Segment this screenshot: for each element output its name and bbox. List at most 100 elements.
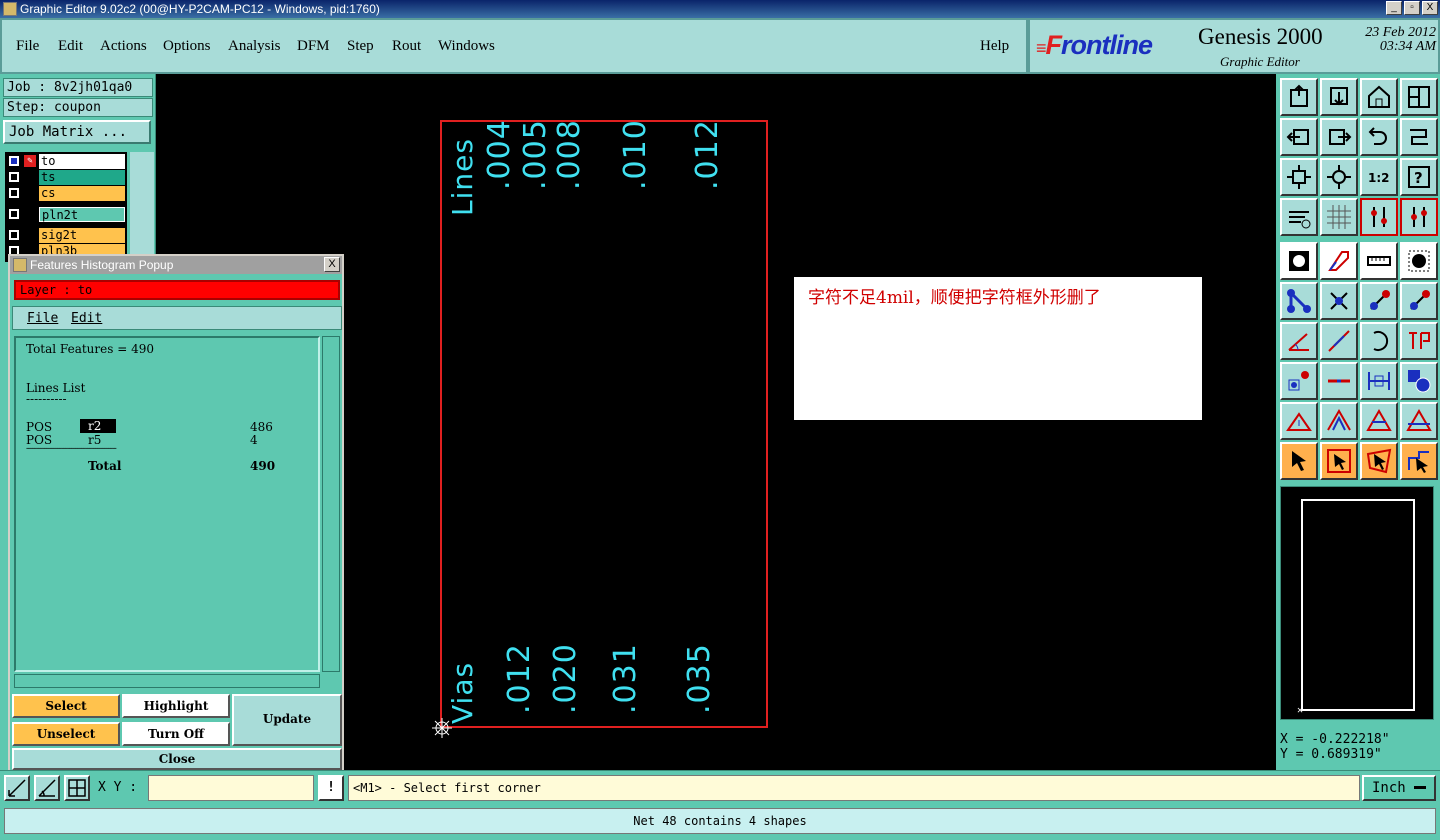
ruler-icon[interactable] xyxy=(1360,242,1398,280)
line-value: .004 xyxy=(482,119,517,190)
close-window-button[interactable]: X xyxy=(1422,1,1438,15)
close-button[interactable]: Close xyxy=(12,748,342,770)
menu-edit[interactable]: Edit xyxy=(58,38,83,55)
menu-actions[interactable]: Actions xyxy=(100,38,147,55)
popup-close-icon[interactable]: X xyxy=(324,257,340,272)
triangle-base-icon[interactable] xyxy=(1360,402,1398,440)
line-tool-icon[interactable] xyxy=(1320,322,1358,360)
delete-node-icon[interactable] xyxy=(1320,282,1358,320)
menu-file[interactable]: File xyxy=(16,38,39,55)
svg-text:?: ? xyxy=(1414,169,1423,187)
add-point-icon[interactable] xyxy=(1400,282,1438,320)
open-job-icon[interactable] xyxy=(1280,78,1318,116)
zoom-1-to-2-icon[interactable]: 1:2 xyxy=(1360,158,1398,196)
line-value: .012 xyxy=(690,119,725,190)
layer-checkbox[interactable] xyxy=(9,156,19,166)
menu-windows[interactable]: Windows xyxy=(438,38,495,55)
total-features: Total Features = 490 xyxy=(26,342,154,356)
circle-pad-icon[interactable] xyxy=(1400,242,1438,280)
grid-icon[interactable] xyxy=(1320,198,1358,236)
home-icon[interactable] xyxy=(1360,78,1398,116)
snap-grid-icon[interactable] xyxy=(64,775,90,801)
shapes-icon[interactable] xyxy=(1400,362,1438,400)
angle-line-icon[interactable] xyxy=(1280,322,1318,360)
layer-item[interactable]: pln2t xyxy=(5,207,125,222)
layer-checkbox[interactable] xyxy=(9,230,19,240)
unselect-button[interactable]: Unselect xyxy=(12,722,120,746)
row-count: 486 xyxy=(250,420,273,434)
layer-item[interactable]: cs xyxy=(5,186,125,201)
zoom-home-icon[interactable] xyxy=(1320,158,1358,196)
layer-checkbox[interactable] xyxy=(9,172,19,182)
job-matrix-button[interactable]: Job Matrix ... xyxy=(3,120,151,144)
popup-menu-file[interactable]: File xyxy=(27,311,58,326)
histogram-vertical-scrollbar[interactable] xyxy=(322,336,340,672)
product-subtitle: Graphic Editor xyxy=(1220,54,1300,69)
break-line-icon[interactable] xyxy=(1320,362,1358,400)
frontline-logo: ≡Frontline xyxy=(1036,30,1153,60)
measure-tool-icon[interactable] xyxy=(1280,198,1318,236)
histogram-horizontal-scrollbar[interactable] xyxy=(14,674,320,688)
layer-list-scrollbar[interactable] xyxy=(130,152,154,262)
menu-step[interactable]: Step xyxy=(347,38,374,55)
save-icon[interactable] xyxy=(1320,78,1358,116)
layer-item[interactable]: ts xyxy=(5,170,125,185)
vias-label: Vias xyxy=(446,661,479,724)
netlist-icon[interactable] xyxy=(1360,198,1398,236)
zoom-area-icon[interactable] xyxy=(4,775,30,801)
select-pointer-icon[interactable] xyxy=(1280,442,1318,480)
triangle-split-icon[interactable] xyxy=(1320,402,1358,440)
pan-right-icon[interactable] xyxy=(1320,118,1358,156)
pan-left-icon[interactable] xyxy=(1280,118,1318,156)
menu-help[interactable]: Help xyxy=(980,38,1009,55)
layer-name: ts xyxy=(39,170,125,185)
units-select[interactable]: Inch xyxy=(1362,775,1436,801)
select-button[interactable]: Select xyxy=(12,694,120,718)
layer-name: pln2t xyxy=(39,207,125,222)
update-button[interactable]: Update xyxy=(232,694,342,746)
menu-dfm[interactable]: DFM xyxy=(297,38,330,55)
redo-icon[interactable] xyxy=(1400,118,1438,156)
undo-icon[interactable] xyxy=(1360,118,1398,156)
dimension-icon[interactable] xyxy=(1360,362,1398,400)
turn-off-button[interactable]: Turn Off xyxy=(122,722,230,746)
highlight-button[interactable]: Highlight xyxy=(122,694,230,718)
move-point-icon[interactable] xyxy=(1360,282,1398,320)
line-value: .008 xyxy=(552,119,587,190)
layer-checkbox[interactable] xyxy=(9,188,19,198)
select-polygon-icon[interactable] xyxy=(1360,442,1398,480)
select-box-icon[interactable] xyxy=(1320,442,1358,480)
text-mirror-icon[interactable] xyxy=(1400,322,1438,360)
select-net-icon[interactable] xyxy=(1400,442,1438,480)
surface-tool-icon[interactable] xyxy=(1320,242,1358,280)
triangle-up-icon[interactable] xyxy=(1280,402,1318,440)
layer-item[interactable]: sig2t xyxy=(5,228,125,243)
maximize-button[interactable]: ▫ xyxy=(1404,1,1420,15)
pad-tool-icon[interactable] xyxy=(1280,242,1318,280)
overview-map[interactable]: ✕ xyxy=(1280,486,1434,720)
popup-menu-bar: File Edit xyxy=(12,306,342,330)
xy-input[interactable] xyxy=(148,775,314,801)
menu-rout[interactable]: Rout xyxy=(392,38,421,55)
minimize-button[interactable]: _ xyxy=(1386,1,1402,15)
window-split-icon[interactable] xyxy=(1400,78,1438,116)
popup-menu-edit[interactable]: Edit xyxy=(71,311,102,326)
measure-angle-icon[interactable] xyxy=(34,775,60,801)
popup-title: Features Histogram Popup xyxy=(30,258,174,272)
arc-tool-icon[interactable] xyxy=(1360,322,1398,360)
lines-list-underline: ---------- xyxy=(26,392,67,406)
layer-item[interactable]: ✎ to xyxy=(5,154,125,169)
board-profile-outline xyxy=(440,120,768,728)
snap-point-icon[interactable] xyxy=(1280,362,1318,400)
triangle-cut-icon[interactable] xyxy=(1400,402,1438,440)
menu-analysis[interactable]: Analysis xyxy=(228,38,281,55)
alert-button[interactable]: ! xyxy=(318,775,344,801)
total-value: 490 xyxy=(250,459,276,473)
layer-checkbox[interactable] xyxy=(9,209,19,219)
menu-options[interactable]: Options xyxy=(163,38,211,55)
zoom-fit-icon[interactable] xyxy=(1280,158,1318,196)
connect-nodes-icon[interactable] xyxy=(1280,282,1318,320)
help-icon[interactable]: ? xyxy=(1400,158,1438,196)
row-symbol-selected[interactable]: r2 xyxy=(80,419,116,433)
netlist-compare-icon[interactable] xyxy=(1400,198,1438,236)
